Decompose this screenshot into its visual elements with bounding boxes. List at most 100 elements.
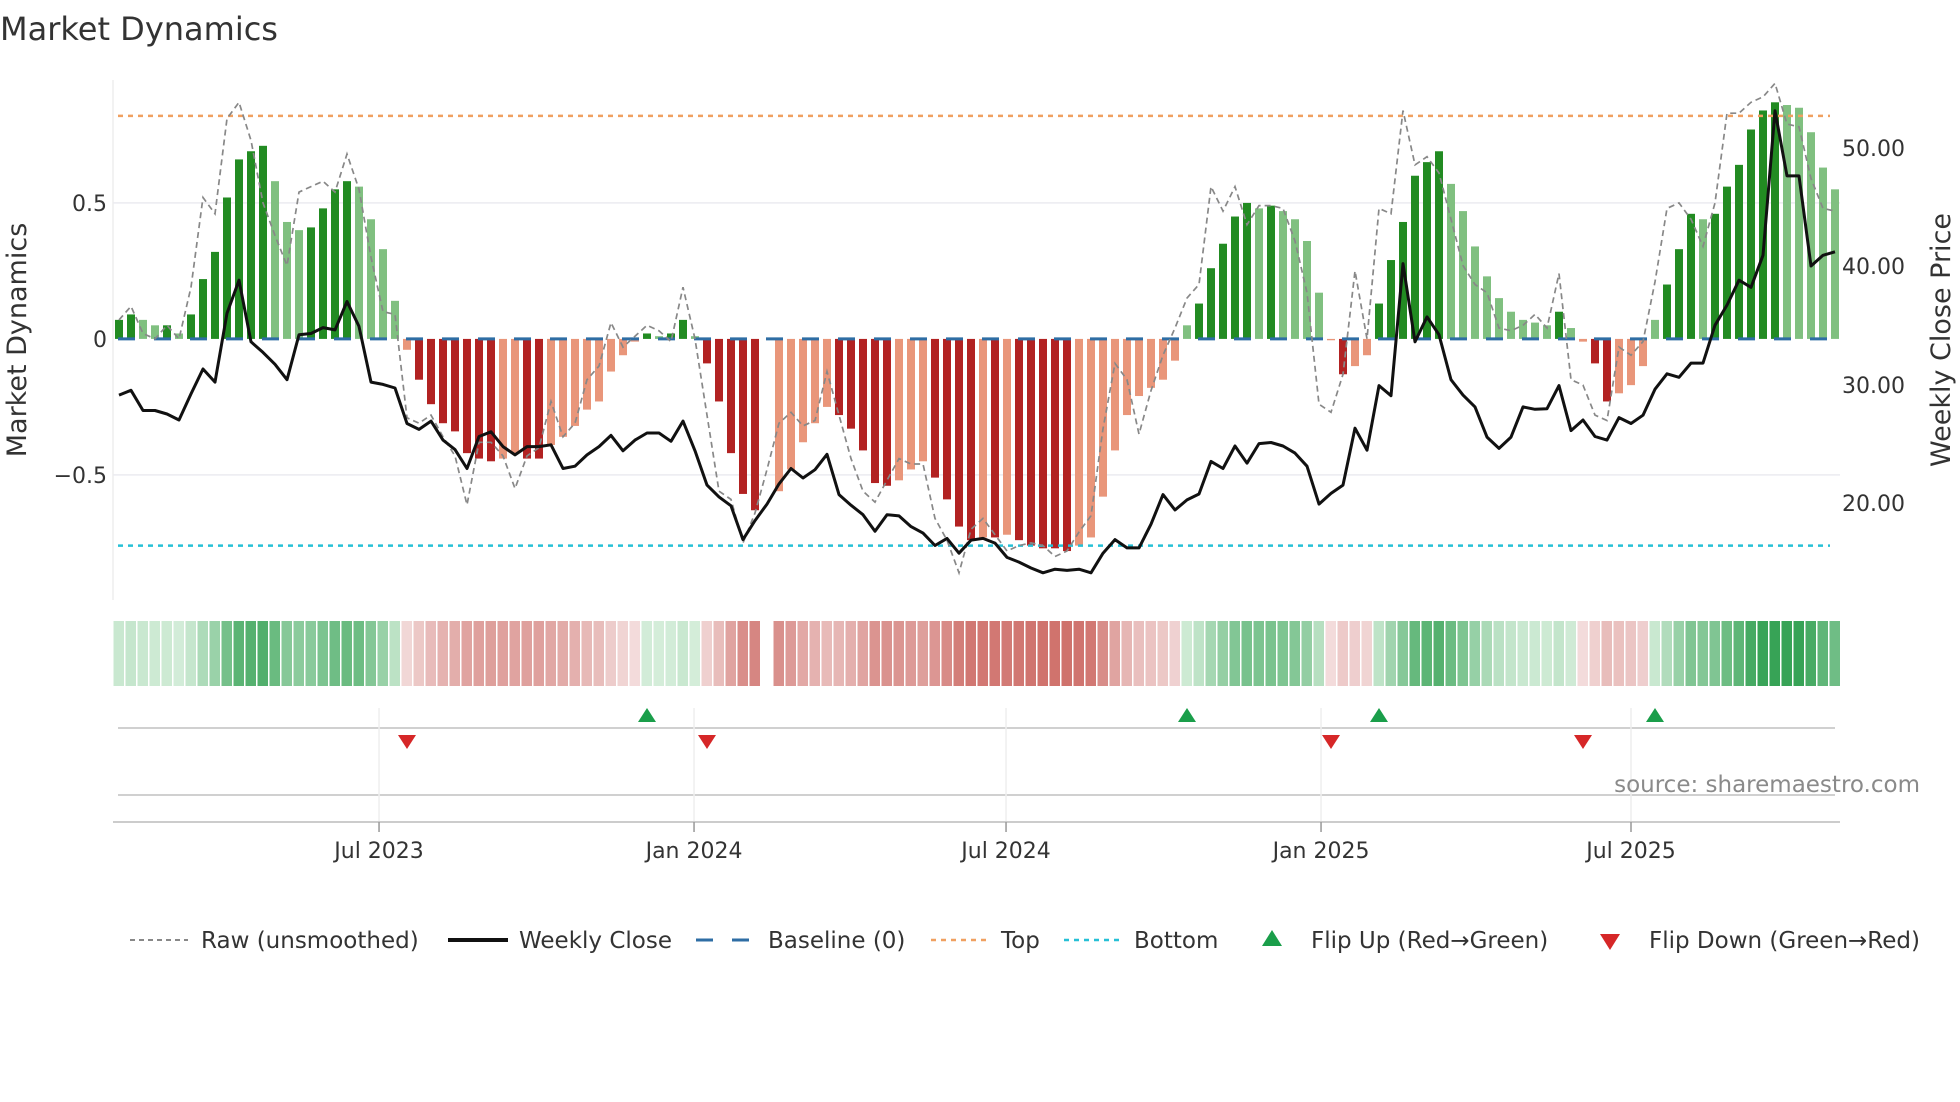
momentum-bar <box>847 338 855 429</box>
momentum-bar <box>319 208 327 339</box>
momentum-bar <box>199 279 207 339</box>
heat-strip-cell <box>1481 621 1492 686</box>
momentum-bar <box>127 314 135 339</box>
heat-strip-cell <box>221 621 232 686</box>
momentum-bar <box>259 145 267 339</box>
heat-strip-cell <box>989 621 1000 686</box>
heat-strip-cell <box>509 621 520 686</box>
heat-strip-cell <box>1601 621 1612 686</box>
momentum-bar <box>907 338 915 470</box>
momentum-bar <box>931 338 939 478</box>
heat-strip-cell <box>905 621 916 686</box>
heat-strip-cell <box>125 621 136 686</box>
momentum-bar <box>1351 338 1359 367</box>
heat-strip-cell <box>929 621 940 686</box>
heat-strip-cell <box>473 621 484 686</box>
momentum-bar <box>1567 328 1575 339</box>
momentum-bar <box>1015 338 1023 541</box>
momentum-bar <box>283 221 291 339</box>
flip-down-marker <box>398 735 416 749</box>
momentum-bar <box>499 338 507 459</box>
heat-strip-cell <box>749 621 760 686</box>
x-tick-label: Jan 2025 <box>1271 839 1370 864</box>
momentum-bar <box>1651 319 1659 339</box>
heat-strip-cell <box>701 621 712 686</box>
raw-line <box>118 81 1836 576</box>
heat-strip-cell <box>737 621 748 686</box>
heat-strip-cell <box>461 621 472 686</box>
heat-strip-cell <box>245 621 256 686</box>
heat-strip-cell <box>437 621 448 686</box>
heat-strip-cell <box>317 621 328 686</box>
momentum-bar <box>787 338 795 470</box>
heat-strip-cell <box>1277 621 1288 686</box>
heat-strip-cell <box>1649 621 1660 686</box>
momentum-bar <box>1639 338 1647 367</box>
heat-strip-cell <box>593 621 604 686</box>
heat-strip-cell <box>1253 621 1264 686</box>
legend-raw-label: Raw (unsmoothed) <box>201 928 419 954</box>
momentum-bar <box>307 227 315 339</box>
heat-strip-cell <box>941 621 952 686</box>
heat-strip-cell <box>1265 621 1276 686</box>
momentum-bar <box>1219 243 1227 339</box>
legend-baseline-label: Baseline (0) <box>768 928 905 954</box>
heat-strip-cell <box>149 621 160 686</box>
x-tick-label: Jul 2023 <box>332 839 424 864</box>
heat-strip-cell <box>1361 621 1372 686</box>
heat-strip-cell <box>173 621 184 686</box>
momentum-bar <box>1279 211 1287 339</box>
momentum-bar <box>1087 338 1095 538</box>
momentum-bar <box>523 338 531 459</box>
heat-strip-cell <box>1589 621 1600 686</box>
momentum-bar <box>271 181 279 339</box>
momentum-bar <box>1435 151 1443 339</box>
heat-strip-cell <box>1349 621 1360 686</box>
heat-strip-cell <box>665 621 676 686</box>
momentum-bar <box>1183 325 1191 339</box>
right-tick-label: 30.00 <box>1842 374 1905 399</box>
momentum-bar <box>883 338 891 486</box>
heat-strip-cell <box>1061 621 1072 686</box>
heat-strip-cell <box>1769 621 1780 686</box>
heat-strip-cell <box>1373 621 1384 686</box>
heat-strip-cell <box>365 621 376 686</box>
heat-strip-cell <box>1145 621 1156 686</box>
momentum-bar <box>331 189 339 339</box>
x-tick-label: Jul 2025 <box>1584 839 1676 864</box>
momentum-bar <box>967 338 975 541</box>
momentum-bar <box>703 338 711 364</box>
heat-strip-cell <box>545 621 556 686</box>
momentum-bar <box>211 251 219 339</box>
flip-down-marker <box>698 735 716 749</box>
momentum-bar <box>1663 284 1671 339</box>
momentum-bar <box>1603 338 1611 402</box>
momentum-bar <box>535 338 543 459</box>
chart-title: Market Dynamics <box>0 10 278 48</box>
momentum-bar <box>1555 311 1563 339</box>
momentum-bar <box>1027 338 1035 546</box>
momentum-bar <box>1387 260 1395 339</box>
heat-strip-cell <box>1337 621 1348 686</box>
heat-strip-cell <box>1709 621 1720 686</box>
right-tick-label: 20.00 <box>1842 492 1905 517</box>
heat-strip-cell <box>581 621 592 686</box>
momentum-bar <box>463 338 471 454</box>
momentum-bar <box>1207 268 1215 339</box>
momentum-bar <box>1579 338 1587 342</box>
heat-strip-cell <box>1073 621 1084 686</box>
momentum-bar <box>1675 249 1683 339</box>
momentum-bar <box>1831 189 1839 339</box>
momentum-bar <box>1627 338 1635 386</box>
heat-strip-cell <box>257 621 268 686</box>
flip-down-marker <box>1574 735 1592 749</box>
momentum-bar <box>1111 338 1119 451</box>
heat-strip-cell <box>137 621 148 686</box>
flip-up-marker <box>1646 708 1664 722</box>
momentum-bar <box>871 338 879 484</box>
momentum-bar <box>1255 208 1263 339</box>
heat-strip-cell <box>1025 621 1036 686</box>
momentum-bar <box>451 338 459 432</box>
left-tick-label: 0.5 <box>72 192 107 217</box>
momentum-bar <box>1315 292 1323 339</box>
